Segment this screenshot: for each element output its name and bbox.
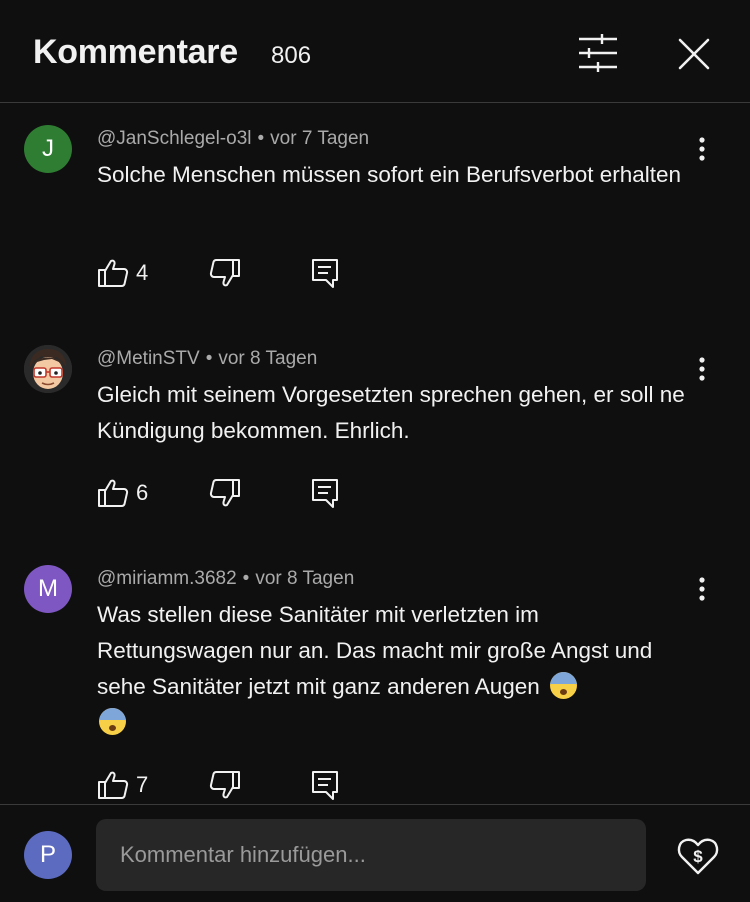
comment-time: vor 8 Tagen [255, 568, 355, 589]
dislike-button[interactable] [209, 478, 241, 508]
super-thanks-button[interactable]: $ [676, 833, 720, 877]
like-button[interactable] [97, 770, 129, 800]
close-button[interactable] [674, 34, 714, 74]
avatar[interactable]: J [24, 125, 72, 173]
like-button[interactable] [97, 478, 129, 508]
separator-dot: • [257, 128, 265, 149]
sliders-icon [579, 34, 617, 72]
avatar[interactable] [24, 345, 72, 393]
comment-author[interactable]: @MetinSTV [97, 348, 200, 369]
reply-comment-icon [312, 771, 338, 800]
more-vert-icon [699, 357, 705, 381]
comment-meta: @miriamm.3682 • vor 8 Tagen [97, 568, 354, 590]
comment-text-block: Was stellen diese Sanitäter mit verletzt… [97, 597, 697, 741]
cartoon-face-avatar-icon [24, 345, 72, 393]
comments-header: Kommentare 806 [0, 0, 750, 103]
comment-text: Solche Menschen müssen sofort ein Berufs… [97, 162, 682, 187]
comment-time: vor 7 Tagen [270, 128, 370, 149]
thumbs-down-icon [209, 771, 240, 799]
fearful-face-emoji: 😨 [99, 708, 126, 735]
avatar-letter: J [42, 135, 54, 162]
thumbs-down-icon [209, 479, 240, 507]
avatar[interactable]: M [24, 565, 72, 613]
avatar-letter: M [38, 575, 58, 602]
like-count: 7 [136, 772, 149, 797]
thumbs-up-icon [98, 479, 129, 507]
sort-filter-button[interactable] [576, 33, 620, 73]
comment-author[interactable]: @JanSchlegel-o3l [97, 128, 252, 149]
thumbs-up-icon [98, 259, 129, 287]
dislike-button[interactable] [209, 258, 241, 288]
user-avatar[interactable]: P [24, 831, 72, 879]
comment-count: 806 [271, 42, 312, 69]
reply-button[interactable] [311, 770, 339, 800]
close-icon [678, 38, 710, 70]
separator-dot: • [242, 568, 250, 589]
fearful-face-emoji: 😨 [550, 672, 578, 699]
comment-meta: @JanSchlegel-o3l • vor 7 Tagen [97, 128, 369, 150]
more-options-button[interactable] [690, 135, 714, 163]
reply-comment-icon [312, 259, 338, 288]
more-options-button[interactable] [690, 355, 714, 383]
comment-item: @MetinSTV • vor 8 Tagen Gleich mit seinem … [0, 345, 750, 525]
add-comment-input[interactable] [96, 819, 646, 891]
more-options-button[interactable] [690, 575, 714, 603]
comment-meta: @MetinSTV • vor 8 Tagen [97, 348, 317, 370]
user-avatar-letter: P [39, 841, 56, 868]
reply-comment-icon [312, 479, 338, 508]
comment-time: vor 8 Tagen [218, 348, 318, 369]
comment-composer: P $ [0, 804, 750, 902]
svg-text:$: $ [693, 847, 703, 866]
more-vert-icon [699, 137, 705, 161]
thumbs-up-icon [98, 771, 129, 799]
separator-dot: • [205, 348, 213, 369]
more-vert-icon [699, 577, 705, 601]
panel-title: Kommentare [33, 33, 238, 71]
like-count: 4 [136, 260, 149, 285]
like-button[interactable] [97, 258, 129, 288]
reply-button[interactable] [311, 478, 339, 508]
comment-item: M @miriamm.3682 • vor 8 Tagen Was stellen … [0, 565, 750, 801]
reply-button[interactable] [311, 258, 339, 288]
like-count: 6 [136, 480, 149, 505]
comment-author[interactable]: @miriamm.3682 [97, 568, 237, 589]
comment-item: J @JanSchlegel-o3l • vor 7 Tagen Solche Me… [0, 125, 750, 305]
comment-text: Gleich mit seinem Vorgesetzten sprechen … [97, 382, 685, 443]
dislike-button[interactable] [209, 770, 241, 800]
thumbs-down-icon [209, 259, 240, 287]
comments-panel: Kommentare 806 J @JanSchlegel-o3l • vor … [0, 0, 750, 902]
heart-dollar-icon: $ [677, 838, 719, 875]
